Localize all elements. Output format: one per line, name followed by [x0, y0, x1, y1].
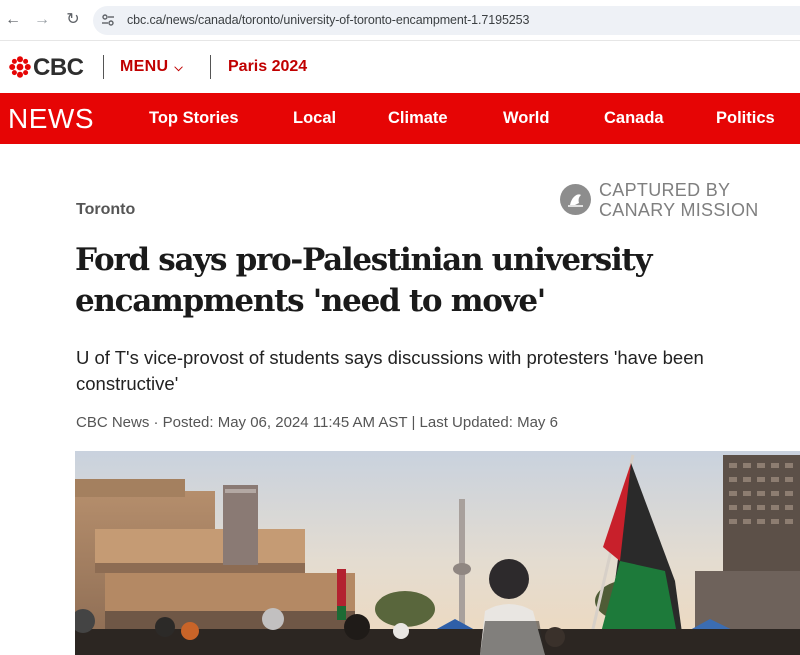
encampment-photo-illustration — [75, 451, 800, 655]
canary-mission-watermark: CAPTURED BY CANARY MISSION — [560, 180, 780, 220]
article-headline: Ford says pro-Palestinian university enc… — [75, 242, 652, 319]
nav-item-top-stories[interactable]: Top Stories — [149, 109, 239, 128]
back-arrow-icon[interactable]: ← — [3, 10, 23, 30]
reload-icon[interactable]: ↻ — [63, 10, 83, 30]
address-bar[interactable]: cbc.ca/news/canada/toronto/university-of… — [93, 6, 800, 35]
forward-arrow-icon[interactable]: → — [32, 10, 52, 30]
site-info-icon[interactable] — [101, 13, 115, 27]
news-nav-bar: NEWS Top Stories Local Climate World Can… — [0, 93, 800, 144]
paris-2024-link[interactable]: Paris 2024 — [228, 58, 307, 76]
menu-label: MENU — [120, 58, 169, 75]
menu-button[interactable]: MENU ⌵ — [120, 58, 183, 76]
site-header: CBC MENU ⌵ Paris 2024 — [0, 41, 800, 93]
cbc-gem-icon — [9, 56, 31, 78]
section-label-toronto[interactable]: Toronto — [76, 201, 135, 219]
browser-toolbar: ← → ↻ cbc.ca/news/canada/toronto/univers… — [0, 0, 800, 41]
url-text[interactable]: cbc.ca/news/canada/toronto/university-of… — [127, 13, 529, 27]
article-deck: U of T's vice-provost of students says d… — [76, 347, 704, 394]
chevron-down-icon: ⌵ — [174, 62, 183, 74]
canary-bird-icon — [560, 184, 591, 215]
nav-item-climate[interactable]: Climate — [388, 109, 448, 128]
lead-photo — [75, 451, 800, 655]
cbc-logo[interactable]: CBC — [9, 54, 89, 81]
header-divider — [103, 55, 104, 79]
nav-item-politics[interactable]: Politics — [716, 109, 775, 128]
nav-item-local[interactable]: Local — [293, 109, 336, 128]
article-byline: CBC News · Posted: May 06, 2024 11:45 AM… — [76, 414, 558, 431]
news-section-label[interactable]: NEWS — [8, 103, 94, 135]
watermark-text: CAPTURED BY CANARY MISSION — [599, 180, 759, 220]
nav-item-canada[interactable]: Canada — [604, 109, 664, 128]
cbc-wordmark: CBC — [33, 54, 84, 81]
header-divider — [210, 55, 211, 79]
nav-item-world[interactable]: World — [503, 109, 549, 128]
